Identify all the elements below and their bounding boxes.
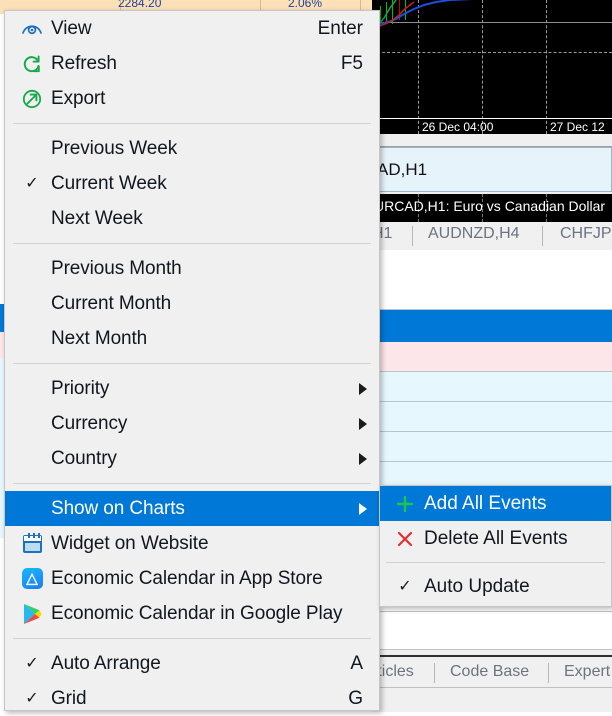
- chart-tick-label: 26 Dec 04:00: [422, 120, 493, 134]
- eye-icon: [19, 16, 45, 42]
- chevron-right-icon: [359, 418, 367, 430]
- menu-separator: [13, 243, 371, 244]
- menu-item-label: Previous Week: [51, 138, 177, 160]
- menu-item-economic-calendar-app-store[interactable]: △ Economic Calendar in App Store: [5, 561, 379, 596]
- menu-item-next-month[interactable]: Next Month: [5, 321, 379, 356]
- menu-item-label: Economic Calendar in App Store: [51, 568, 323, 590]
- menu-item-label: Widget on Website: [51, 533, 208, 555]
- submenu-item-label: Auto Update: [424, 576, 530, 598]
- menu-item-label: Previous Month: [51, 258, 182, 280]
- chevron-right-icon: [359, 503, 367, 515]
- menu-item-accelerator: G: [348, 688, 363, 710]
- checkmark-icon: ✓: [396, 579, 414, 595]
- menu-item-label: Export: [51, 88, 105, 110]
- submenu-item-delete-all-events[interactable]: Delete All Events: [380, 521, 611, 556]
- menu-item-label: Show on Charts: [51, 498, 185, 520]
- menu-item-refresh[interactable]: Refresh F5: [5, 46, 379, 81]
- checkmark-icon: ✓: [23, 691, 41, 707]
- chart-tab-strip: H1 AUDNZD,H4 CHFJP: [372, 222, 612, 251]
- menu-item-label: Next Week: [51, 208, 143, 230]
- menu-separator: [13, 638, 371, 639]
- menu-item-label: Grid: [51, 688, 87, 710]
- chart-status-bar: URCAD,H1: Euro vs Canadian Dollar: [372, 194, 612, 222]
- submenu-item-label: Delete All Events: [424, 528, 568, 550]
- menu-separator: [13, 123, 371, 124]
- selected-symbol-row[interactable]: AD,H1: [372, 147, 612, 192]
- app-store-icon: △: [19, 566, 45, 592]
- menu-item-country[interactable]: Country: [5, 441, 379, 476]
- chart-tab[interactable]: AUDNZD,H4: [428, 225, 520, 243]
- chart-divider: [372, 134, 612, 147]
- plus-icon: [394, 493, 416, 515]
- chevron-right-icon: [359, 453, 367, 465]
- menu-item-label: Next Month: [51, 328, 147, 350]
- export-icon: [19, 86, 45, 112]
- menu-item-label: Currency: [51, 413, 127, 435]
- menu-item-label: Country: [51, 448, 117, 470]
- submenu-item-auto-update[interactable]: ✓ Auto Update: [380, 569, 611, 604]
- submenu-item-add-all-events[interactable]: Add All Events: [380, 486, 611, 521]
- menu-item-priority[interactable]: Priority: [5, 371, 379, 406]
- menu-separator: [13, 483, 371, 484]
- terminal-tab[interactable]: Code Base: [450, 663, 529, 681]
- chart-tab[interactable]: CHFJP: [560, 225, 612, 243]
- menu-item-label: Auto Arrange: [51, 653, 161, 675]
- chart-indicator-line: [372, 0, 612, 134]
- terminal-tab-strip: rticles Code Base Expert: [372, 655, 612, 689]
- menu-item-currency[interactable]: Currency: [5, 406, 379, 441]
- toolbar-value-2: 2.06%: [288, 0, 322, 10]
- menu-item-accelerator: A: [350, 653, 363, 675]
- show-on-charts-submenu[interactable]: Add All Events Delete All Events ✓ Auto …: [379, 485, 612, 607]
- menu-item-export[interactable]: Export: [5, 81, 379, 116]
- cross-icon: [394, 528, 416, 550]
- menu-item-label: Priority: [51, 378, 109, 400]
- menu-item-view[interactable]: View Enter: [5, 11, 379, 46]
- menu-item-label: Current Week: [51, 173, 167, 195]
- menu-item-current-month[interactable]: Current Month: [5, 286, 379, 321]
- calendar-icon: [19, 531, 45, 557]
- symbol-label: AD,H1: [377, 160, 427, 180]
- menu-item-previous-month[interactable]: Previous Month: [5, 251, 379, 286]
- menu-item-show-on-charts[interactable]: Show on Charts: [5, 491, 379, 526]
- menu-item-label: Refresh: [51, 53, 117, 75]
- terminal-tab[interactable]: Expert: [564, 663, 610, 681]
- chart-status-text: URCAD,H1: Euro vs Canadian Dollar: [374, 198, 605, 214]
- submenu-item-label: Add All Events: [424, 493, 547, 515]
- menu-item-accelerator: F5: [341, 53, 363, 75]
- menu-item-label: Economic Calendar in Google Play: [51, 603, 342, 625]
- menu-item-widget-on-website[interactable]: Widget on Website: [5, 526, 379, 561]
- chevron-right-icon: [359, 383, 367, 395]
- price-chart: 26 Dec 04:00 27 Dec 12: [372, 0, 612, 134]
- context-menu[interactable]: View Enter Refresh F5 Export Previous We…: [4, 10, 380, 711]
- checkmark-icon: ✓: [23, 656, 41, 672]
- checkmark-icon: ✓: [23, 176, 41, 192]
- menu-item-auto-arrange[interactable]: ✓ Auto Arrange A: [5, 646, 379, 681]
- menu-item-economic-calendar-google-play[interactable]: Economic Calendar in Google Play: [5, 596, 379, 631]
- menu-item-next-week[interactable]: Next Week: [5, 201, 379, 236]
- menu-item-previous-week[interactable]: Previous Week: [5, 131, 379, 166]
- menu-item-label: Current Month: [51, 293, 171, 315]
- chart-tick-label: 27 Dec 12: [550, 120, 605, 134]
- google-play-icon: [19, 601, 45, 627]
- submenu-separator: [386, 562, 605, 563]
- menu-item-label: View: [51, 18, 91, 40]
- menu-separator: [13, 363, 371, 364]
- status-bar: [372, 687, 612, 712]
- refresh-icon: [19, 51, 45, 77]
- toolbar-value-1: 2284.20: [118, 0, 161, 10]
- menu-item-current-week[interactable]: ✓ Current Week: [5, 166, 379, 201]
- menu-item-accelerator: Enter: [318, 18, 363, 40]
